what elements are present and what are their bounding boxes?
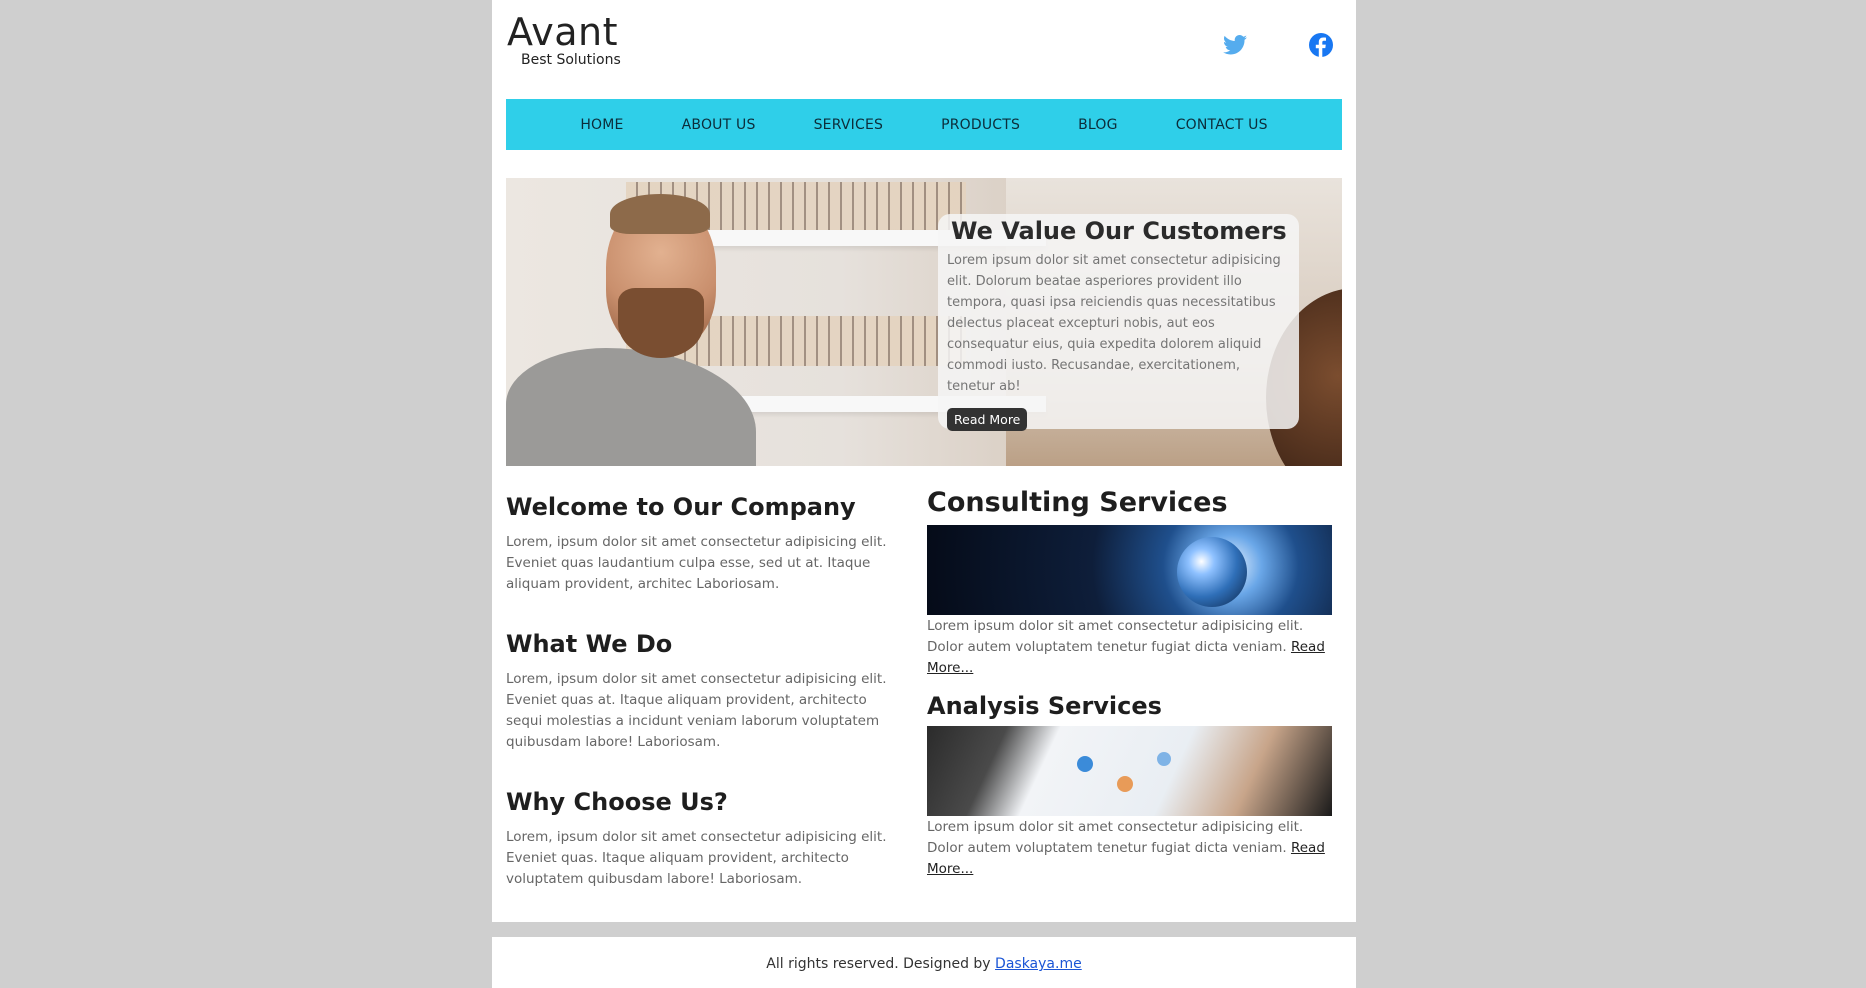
analysis-services-block: Analysis Services Lorem ipsum dolor sit … xyxy=(927,689,1342,880)
welcome-text: Lorem, ipsum dolor sit amet consectetur … xyxy=(506,534,887,592)
consulting-services-image xyxy=(927,525,1332,615)
hero-card: We Value Our Customers Lorem ipsum dolor… xyxy=(938,214,1299,431)
main-nav: HOME ABOUT US SERVICES PRODUCTS BLOG CON… xyxy=(506,99,1342,150)
analysis-services-text: Lorem ipsum dolor sit amet consectetur a… xyxy=(927,817,1342,880)
analysis-services-title: Analysis Services xyxy=(927,692,1162,720)
brand[interactable]: Avant Best Solutions xyxy=(507,8,621,68)
consulting-services-block: Consulting Services Lorem ipsum dolor si… xyxy=(927,484,1342,679)
twitter-icon[interactable] xyxy=(1222,32,1248,58)
why-choose-us-section: Why Choose Us? Lorem, ipsum dolor sit am… xyxy=(506,785,906,890)
why-choose-us-title: Why Choose Us? xyxy=(506,788,728,816)
footer-designer-link[interactable]: Daskaya.me xyxy=(995,956,1082,972)
hero-text: Lorem ipsum dolor sit amet consectetur a… xyxy=(947,253,1281,394)
nav-item-services[interactable]: SERVICES xyxy=(785,117,913,133)
welcome-section: Welcome to Our Company Lorem, ipsum dolo… xyxy=(506,490,906,595)
nav-item-about-us[interactable]: ABOUT US xyxy=(653,117,785,133)
hero-person-hair xyxy=(610,194,710,234)
consulting-services-description: Lorem ipsum dolor sit amet consectetur a… xyxy=(927,618,1304,655)
what-we-do-title: What We Do xyxy=(506,630,673,658)
footer-text: All rights reserved. Designed by xyxy=(766,956,991,972)
welcome-title: Welcome to Our Company xyxy=(506,493,856,521)
why-choose-us-text: Lorem, ipsum dolor sit amet consectetur … xyxy=(506,829,887,887)
page-container: Avant Best Solutions HOME ABOUT US SERVI… xyxy=(492,0,1356,922)
hero-person-beard xyxy=(618,288,704,358)
consulting-services-title: Consulting Services xyxy=(927,487,1228,518)
nav-item-home[interactable]: HOME xyxy=(551,117,652,133)
nav-item-blog[interactable]: BLOG xyxy=(1049,117,1147,133)
hero-title: We Value Our Customers xyxy=(951,217,1287,245)
facebook-icon[interactable] xyxy=(1308,32,1334,58)
what-we-do-text: Lorem, ipsum dolor sit amet consectetur … xyxy=(506,671,887,750)
read-more-button[interactable]: Read More xyxy=(947,408,1028,431)
consulting-services-text: Lorem ipsum dolor sit amet consectetur a… xyxy=(927,616,1342,679)
chart-dot-blue xyxy=(1077,756,1093,772)
brand-tagline: Best Solutions xyxy=(521,52,621,68)
nav-item-contact-us[interactable]: CONTACT US xyxy=(1147,117,1297,133)
what-we-do-section: What We Do Lorem, ipsum dolor sit amet c… xyxy=(506,627,906,753)
analysis-services-image xyxy=(927,726,1332,816)
right-column: Consulting Services Lorem ipsum dolor si… xyxy=(927,484,1342,890)
hero-banner: We Value Our Customers Lorem ipsum dolor… xyxy=(506,178,1342,466)
brand-name[interactable]: Avant xyxy=(507,8,621,56)
footer: All rights reserved. Designed by Daskaya… xyxy=(492,937,1356,988)
chart-dot-light-blue xyxy=(1157,752,1171,766)
chart-dot-orange xyxy=(1117,776,1133,792)
nav-item-products[interactable]: PRODUCTS xyxy=(912,117,1049,133)
globe-graphic xyxy=(1177,537,1247,607)
analysis-services-description: Lorem ipsum dolor sit amet consectetur a… xyxy=(927,819,1304,856)
left-column: Welcome to Our Company Lorem, ipsum dolo… xyxy=(506,490,906,922)
